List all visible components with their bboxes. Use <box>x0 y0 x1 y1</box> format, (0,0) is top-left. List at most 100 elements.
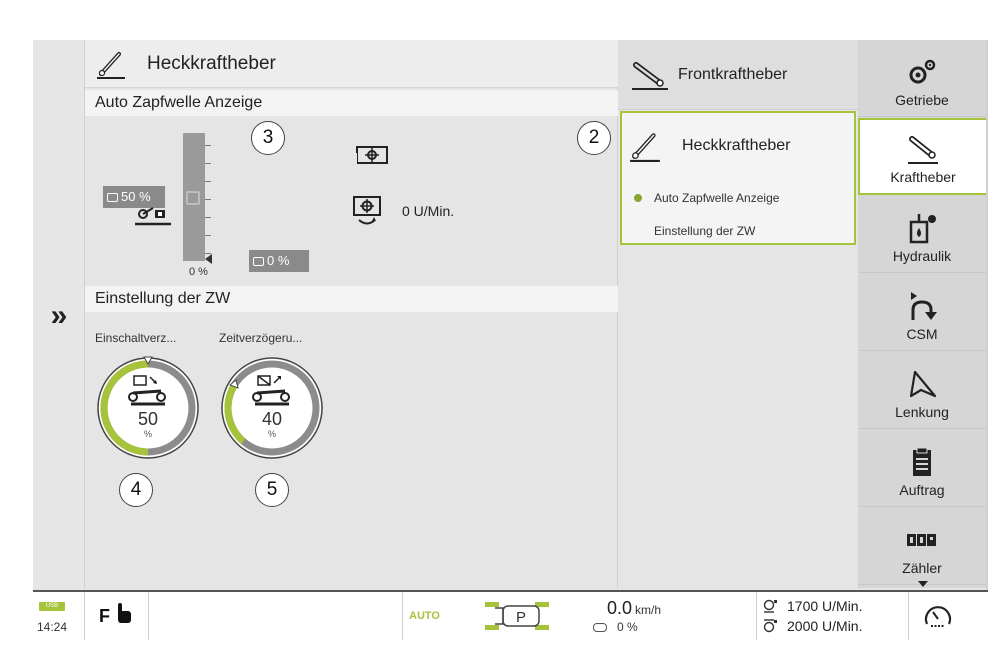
function-label: F <box>99 606 110 626</box>
nav-label: Lenkung <box>895 404 949 420</box>
rpm-row-1: 1700 U/Min. <box>763 598 862 614</box>
gears-icon <box>909 59 936 84</box>
slip-readout: 0 % <box>593 620 638 634</box>
pto-rpm-icon <box>763 599 777 613</box>
rpm-value-1: 1700 U/Min. <box>787 598 863 614</box>
expand-chevrons-icon[interactable]: » <box>35 296 83 336</box>
lock-icon <box>186 191 200 205</box>
nav-scroll-down-icon[interactable] <box>918 581 928 587</box>
auto-label: AUTO <box>409 610 440 622</box>
status-dashboard[interactable] <box>909 592 965 640</box>
left-sidebar: » <box>33 40 85 588</box>
right-nav: Getriebe Kraftheber Hydraulik CSM Lenkun… <box>858 40 986 588</box>
steering-icon <box>909 370 937 398</box>
nav-label: Kraftheber <box>890 169 956 185</box>
main-panel: Heckkraftheber Auto Zapfwelle Anzeige 50… <box>85 40 618 588</box>
status-empty-slot <box>149 592 403 640</box>
switch-on-delay-dial[interactable]: 50 % <box>95 355 201 461</box>
clipboard-icon <box>913 447 931 476</box>
rear-linkage-lock-icon <box>135 207 171 226</box>
front-linkage-tile[interactable]: Frontkraftheber <box>618 40 858 110</box>
scale-tick <box>205 163 211 164</box>
dial-value: 40 <box>262 409 282 429</box>
scale-tick <box>205 235 211 236</box>
section-title-auto-pto: Auto Zapfwelle Anzeige <box>85 90 618 116</box>
active-item-dot <box>634 194 642 202</box>
hydraulic-oil-icon <box>909 214 936 244</box>
dial-label-time-delay: Zeitverzögeru... <box>219 331 303 345</box>
callout-2: 2 <box>577 121 611 155</box>
lower-threshold-value: 0 % <box>267 253 290 268</box>
callout-4: 4 <box>119 473 153 507</box>
nav-item-zaehler[interactable]: Zähler <box>858 508 986 585</box>
upper-threshold-value: 50 % <box>121 189 151 204</box>
nav-item-lenkung[interactable]: Lenkung <box>858 352 986 429</box>
upper-threshold-tag[interactable]: 50 % <box>103 186 165 208</box>
nav-item-hydraulik[interactable]: Hydraulik <box>858 196 986 273</box>
rear-linkage-icon <box>630 133 660 162</box>
nav-label: Getriebe <box>895 92 949 108</box>
scale-min-label: 0 % <box>189 266 208 278</box>
dial-unit: % <box>268 429 276 439</box>
clock: 14:24 <box>37 620 68 634</box>
nav-label: CSM <box>906 326 938 342</box>
front-linkage-icon <box>632 61 668 90</box>
overview-item-auto-pto[interactable]: Auto Zapfwelle Anzeige <box>654 191 779 205</box>
nav-label: Auftrag <box>899 482 945 498</box>
lower-threshold-tag[interactable]: 0 % <box>249 250 309 272</box>
nav-item-getriebe[interactable]: Getriebe <box>858 40 986 117</box>
park-label: P <box>516 609 526 626</box>
nav-label: Zähler <box>902 560 942 576</box>
hitch-position-scale <box>183 133 211 261</box>
status-speed: 0.0 km/h 0 % <box>583 592 757 640</box>
page-title: Heckkraftheber <box>147 52 276 74</box>
rear-linkage-icon <box>97 51 125 79</box>
rear-linkage-tile-header: Heckkraftheber <box>628 129 791 163</box>
dial-label-switch-on-delay: Einschaltverz... <box>95 331 177 345</box>
speed-value: 0.0 <box>607 598 633 618</box>
callout-5: 5 <box>255 473 289 507</box>
status-usb-clock: USB 14:24 <box>33 592 85 640</box>
status-rpm: 1700 U/Min. 2000 U/Min. <box>757 592 909 640</box>
rpm-row-2: 2000 U/Min. <box>763 618 862 634</box>
front-linkage-label: Frontkraftheber <box>678 65 788 83</box>
callout-3: 3 <box>251 121 285 155</box>
scale-tick <box>205 217 211 218</box>
rear-linkage-label: Heckkraftheber <box>682 137 791 154</box>
speedometer-icon <box>924 606 952 627</box>
pto-mini-icon <box>107 193 118 203</box>
front-linkage-icon <box>908 136 938 164</box>
time-delay-dial[interactable]: 40 % <box>219 355 325 461</box>
pto-speed-icon <box>353 196 381 225</box>
park-brake-icon: P <box>485 602 549 630</box>
engine-rpm-icon <box>763 619 777 633</box>
rpm-value-2: 2000 U/Min. <box>787 618 863 634</box>
nav-item-auftrag[interactable]: Auftrag <box>858 430 986 507</box>
status-bar: USB 14:24 F AUTO P 0.0 km/h 0 % 1700 U/Mi… <box>33 590 988 640</box>
scale-tick <box>205 199 211 200</box>
slip-value: 0 % <box>617 620 638 634</box>
speed-unit: km/h <box>635 603 662 617</box>
overview-panel: Frontkraftheber Heckkraftheber Auto Zapf… <box>618 40 858 588</box>
usb-icon: USB <box>39 602 65 611</box>
scale-tick <box>205 181 211 182</box>
speed-readout: 0.0 km/h <box>607 598 661 619</box>
pto-mini-icon <box>253 257 264 267</box>
section-title-pto-settings: Einstellung der ZW <box>85 286 618 312</box>
app-frame: » Heckkraftheber Auto Zapfwelle Anzeige … <box>33 40 988 640</box>
status-auto: AUTO <box>403 592 463 640</box>
overview-item-pto-settings[interactable]: Einstellung der ZW <box>654 224 755 238</box>
status-function-key[interactable]: F <box>85 592 149 640</box>
nav-item-csm[interactable]: CSM <box>858 274 986 351</box>
tractor-slip-icon <box>593 623 607 633</box>
pto-status-icon <box>355 146 388 165</box>
status-park: P <box>463 592 583 640</box>
nav-item-kraftheber[interactable]: Kraftheber <box>858 118 986 195</box>
pto-speed-readout: 0 U/Min. <box>402 203 455 219</box>
counter-icon <box>907 534 936 546</box>
csm-turn-icon <box>911 292 937 320</box>
main-header: Heckkraftheber <box>85 40 618 88</box>
rear-linkage-tile[interactable]: Heckkraftheber Auto Zapfwelle Anzeige Ei… <box>620 111 856 245</box>
current-position-pointer <box>205 254 212 264</box>
dial-unit: % <box>144 429 152 439</box>
